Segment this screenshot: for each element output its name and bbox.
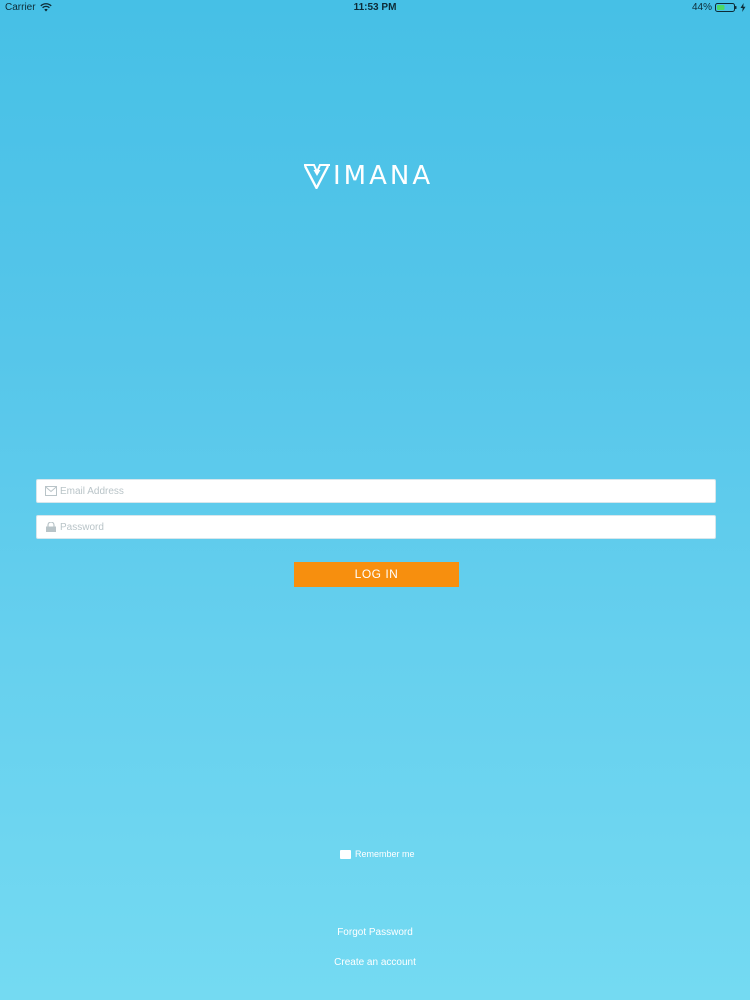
login-button[interactable]: LOG IN	[294, 562, 459, 587]
status-bar: Carrier 11:53 PM 44%	[0, 0, 750, 16]
status-time: 11:53 PM	[353, 2, 397, 13]
lock-icon	[46, 522, 56, 532]
email-input[interactable]	[60, 481, 715, 501]
create-account-link[interactable]: Create an account	[0, 957, 750, 968]
battery-percent: 44%	[691, 2, 712, 13]
status-right: 44%	[692, 2, 746, 13]
remember-me[interactable]: Remember me	[340, 849, 415, 859]
password-field[interactable]	[36, 515, 716, 539]
email-field[interactable]	[36, 479, 716, 503]
vimana-v-mark-icon	[303, 164, 330, 189]
battery-icon	[715, 3, 737, 12]
remember-me-label: Remember me	[355, 849, 415, 859]
logo-text: IMANA	[333, 161, 434, 191]
forgot-password-link[interactable]: Forgot Password	[0, 927, 750, 938]
password-input[interactable]	[60, 517, 715, 537]
envelope-icon	[45, 486, 57, 496]
charging-bolt-icon	[740, 3, 746, 12]
remember-me-checkbox[interactable]	[340, 849, 351, 859]
app-logo: IMANA	[303, 163, 433, 189]
